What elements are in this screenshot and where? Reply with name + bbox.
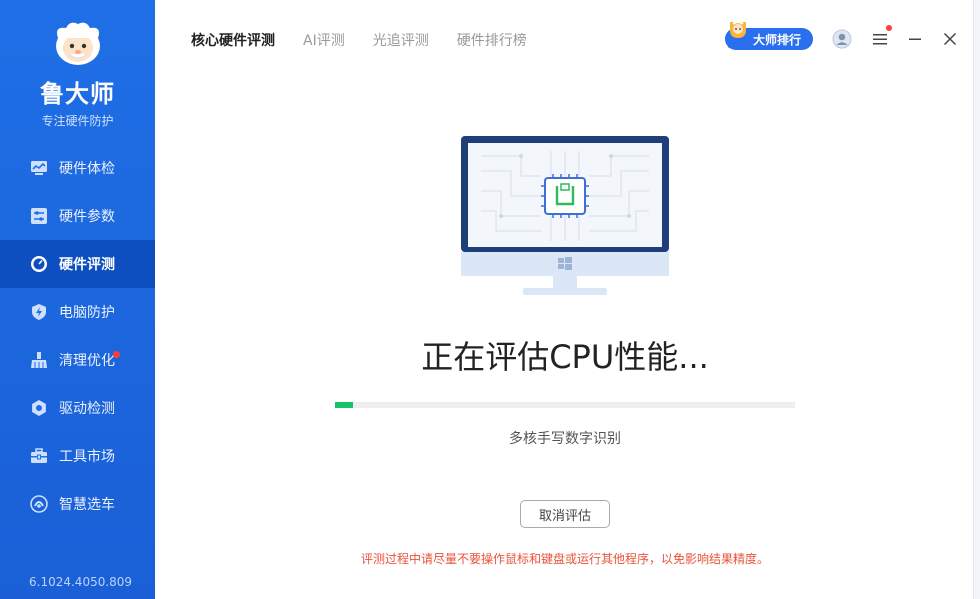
sidebar-item-label: 硬件评测 (59, 257, 115, 273)
user-avatar-icon[interactable] (830, 27, 854, 51)
sidebar-item-label: 工具市场 (59, 449, 115, 465)
benchmark-panel: 正在评估CPU性能... 多核手写数字识别 取消评估 评测过程中请尽量不要操作鼠… (155, 76, 980, 599)
gear-icon (30, 399, 48, 417)
master-rank-label: 大师排行 (753, 32, 802, 47)
sidebar-item-driver-check[interactable]: 驱动检测 (0, 384, 155, 432)
sidebar-item-label: 驱动检测 (59, 401, 115, 417)
progress-fill (335, 402, 354, 408)
master-rank-button[interactable]: 大师排行 (725, 21, 813, 50)
minimize-icon[interactable] (903, 27, 927, 51)
mascot-logo-icon (48, 16, 108, 68)
toolbox-icon (30, 447, 48, 465)
tab-hardware-ranking[interactable]: 硬件排行榜 (457, 30, 527, 50)
tab-raytracing-benchmark[interactable]: 光追评测 (373, 30, 429, 50)
sidebar-item-hardware-checkup[interactable]: 硬件体检 (0, 144, 155, 192)
sidebar-item-hardware-benchmark[interactable]: 硬件评测 (0, 240, 155, 288)
chart-monitor-icon (30, 159, 48, 177)
car-icon (30, 495, 48, 513)
brand-name: 鲁大师 (40, 80, 115, 108)
menu-icon[interactable] (868, 25, 892, 51)
sidebar-item-smart-car[interactable]: 智慧选车 (0, 480, 155, 528)
notification-dot (113, 351, 120, 358)
top-bar: 核心硬件评测 AI评测 光追评测 硬件排行榜 大师排行 (155, 0, 980, 76)
benchmark-tabs: 核心硬件评测 AI评测 光追评测 硬件排行榜 (191, 30, 555, 50)
sidebar-item-label: 清理优化 (59, 353, 115, 369)
trophy-mascot-icon (723, 18, 753, 50)
sidebar-item-pc-protection[interactable]: 电脑防护 (0, 288, 155, 336)
status-title: 正在评估CPU性能... (421, 338, 709, 376)
sidebar-item-label: 硬件体检 (59, 161, 115, 177)
current-subtask: 多核手写数字识别 (509, 431, 621, 447)
sidebar-item-cleanup[interactable]: 清理优化 (0, 336, 155, 384)
sidebar-item-tool-market[interactable]: 工具市场 (0, 432, 155, 480)
sidebar-item-label: 硬件参数 (59, 209, 115, 225)
cancel-evaluation-button[interactable]: 取消评估 (520, 500, 610, 528)
progress-bar (335, 402, 795, 408)
version-label: 6.1024.4050.809 (29, 575, 133, 589)
logo: 鲁大师 专注硬件防护 (0, 16, 155, 129)
tab-ai-benchmark[interactable]: AI评测 (303, 30, 345, 50)
brand-slogan: 专注硬件防护 (41, 114, 114, 128)
sliders-icon (30, 207, 48, 225)
monitor-cpu-illustration-icon (461, 136, 671, 304)
tab-core-hardware[interactable]: 核心硬件评测 (191, 30, 275, 50)
notification-dot (886, 25, 892, 31)
sidebar-item-label: 电脑防护 (59, 305, 115, 321)
broom-icon (30, 351, 48, 369)
sidebar-item-hardware-params[interactable]: 硬件参数 (0, 192, 155, 240)
warning-message: 评测过程中请尽量不要操作鼠标和键盘或运行其他程序，以免影响结果精度。 (360, 552, 769, 566)
window-edge (973, 0, 980, 599)
sidebar-item-label: 智慧选车 (59, 497, 115, 513)
sidebar-nav: 硬件体检 硬件参数 硬件评测 电脑防护 清理优化 驱动检测 工具市场 智慧选车 (0, 144, 155, 528)
close-icon[interactable] (938, 27, 962, 51)
speedometer-icon (30, 255, 48, 273)
shield-icon (30, 303, 48, 321)
sidebar: 鲁大师 专注硬件防护 硬件体检 硬件参数 硬件评测 电脑防护 清理优化 驱动检测… (0, 0, 155, 599)
